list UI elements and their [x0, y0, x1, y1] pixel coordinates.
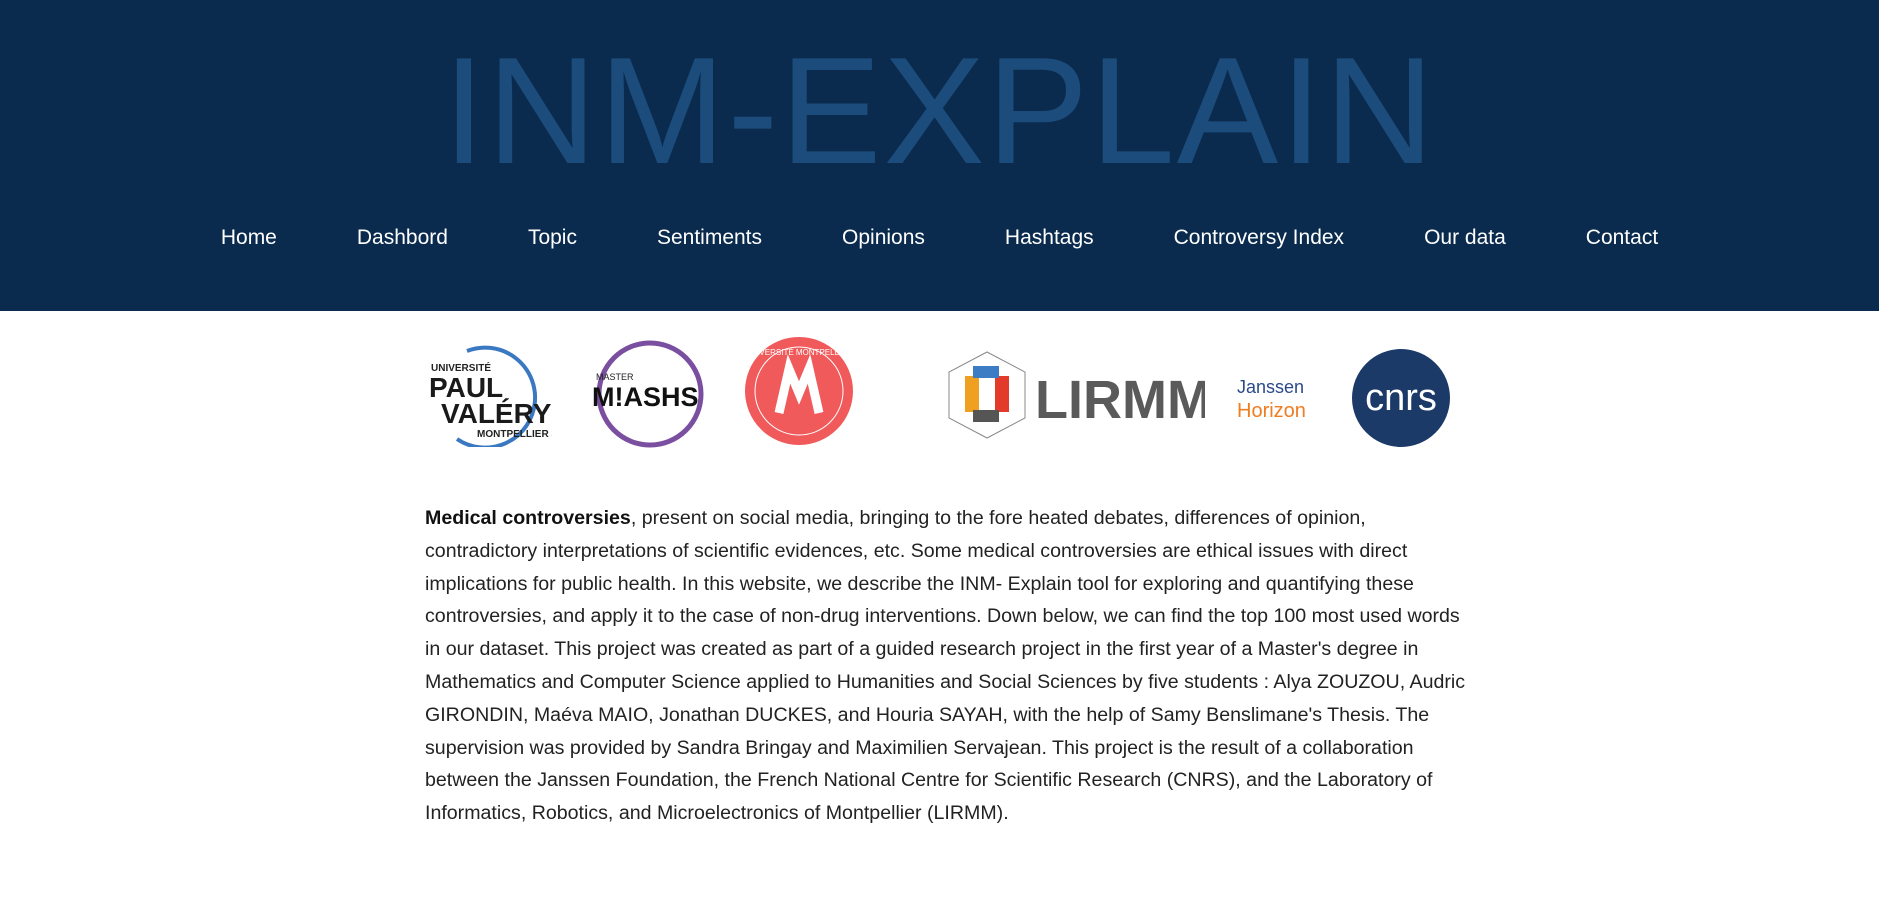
intro-bold: Medical controversies [425, 507, 631, 529]
svg-text:cnrs: cnrs [1365, 377, 1437, 419]
universite-montpellier-logo: UNIVERSITÉ MONTPELLIER [745, 337, 853, 445]
horizon-text: Horizon [1237, 400, 1306, 422]
lirmm-logo: LIRMM [948, 351, 1205, 439]
cnrs-logo: cnrs [1352, 349, 1450, 447]
nav-topic[interactable]: Topic [488, 226, 617, 250]
svg-text:LIRMM: LIRMM [1035, 370, 1205, 430]
nav-opinions[interactable]: Opinions [802, 226, 965, 250]
svg-text:VALÉRY: VALÉRY [441, 398, 552, 429]
janssen-horizon-logo: Janssen Horizon [1237, 375, 1306, 423]
intro-body: , present on social media, bringing to t… [425, 507, 1466, 825]
nav-home[interactable]: Home [181, 226, 317, 250]
paul-valery-logo: UNIVERSITÉ PAUL VALÉRY MONTPELLIER 3 [429, 345, 552, 447]
partner-logos: UNIVERSITÉ PAUL VALÉRY MONTPELLIER 3 MAS… [425, 335, 1465, 450]
main-nav: Home Dashbord Topic Sentiments Opinions … [0, 226, 1879, 250]
svg-text:MASTER: MASTER [596, 372, 634, 382]
janssen-text: Janssen [1237, 377, 1305, 397]
nav-our-data[interactable]: Our data [1384, 226, 1546, 250]
intro-paragraph: Medical controversies, present on social… [425, 502, 1470, 830]
nav-dashboard[interactable]: Dashbord [317, 226, 488, 250]
site-header: INM-EXPLAIN Home Dashbord Topic Sentimen… [0, 0, 1879, 311]
svg-text:MONTPELLIER 3: MONTPELLIER 3 [477, 429, 552, 440]
nav-controversy-index[interactable]: Controversy Index [1134, 226, 1384, 250]
svg-text:UNIVERSITÉ MONTPELLIER: UNIVERSITÉ MONTPELLIER [746, 348, 853, 357]
svg-text:M!ASHS: M!ASHS [592, 382, 699, 412]
nav-sentiments[interactable]: Sentiments [617, 226, 802, 250]
master-miashs-logo: MASTER M!ASHS [592, 340, 704, 448]
nav-contact[interactable]: Contact [1546, 226, 1698, 250]
site-title: INM-EXPLAIN [442, 26, 1437, 196]
nav-hashtags[interactable]: Hashtags [965, 226, 1134, 250]
